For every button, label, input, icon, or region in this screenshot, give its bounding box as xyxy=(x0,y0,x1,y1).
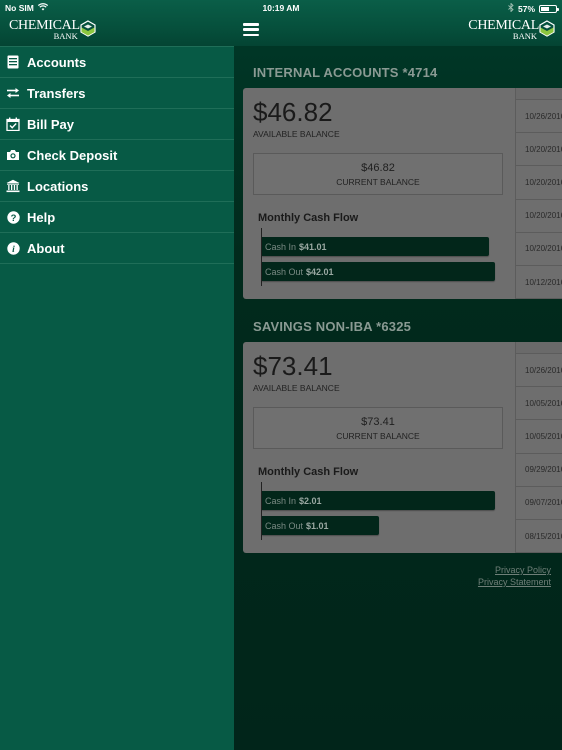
transaction-row[interactable]: 10/20/2016 xyxy=(516,166,562,200)
cash-out-value: $42.01 xyxy=(306,266,334,277)
camera-icon xyxy=(6,148,20,162)
available-balance-label: AVAILABLE BALANCE xyxy=(253,129,340,139)
privacy-statement-link[interactable]: Privacy Statement xyxy=(478,576,551,588)
current-balance-amount: $73.41 xyxy=(361,416,395,428)
transaction-row[interactable]: 10/12/2016 xyxy=(516,266,562,299)
cash-in-label: Cash In xyxy=(265,495,297,506)
chemical-bank-logo-left[interactable]: CHEMICAL BANK xyxy=(9,19,97,41)
sidebar-item-about[interactable]: i About xyxy=(0,233,234,264)
available-balance-label: AVAILABLE BALANCE xyxy=(253,383,340,393)
logo-wordmark: CHEMICAL BANK xyxy=(468,19,539,41)
sidebar-item-transfers[interactable]: Transfers xyxy=(0,78,234,109)
sidebar-item-label: Transfers xyxy=(27,85,86,101)
sidebar-item-label: Locations xyxy=(27,178,89,194)
hamburger-line xyxy=(243,28,259,31)
status-right: 57% xyxy=(508,2,559,14)
cash-in-value: $41.01 xyxy=(299,241,327,252)
transaction-row[interactable]: 10/05/2016 xyxy=(516,387,562,421)
account-title[interactable]: INTERNAL ACCOUNTS *4714 xyxy=(253,65,437,80)
transactions-header xyxy=(516,342,562,354)
logo-sub-text: BANK xyxy=(512,31,537,41)
bluetooth-icon xyxy=(508,2,514,14)
account-summary: $73.41 AVAILABLE BALANCE $73.41 CURRENT … xyxy=(243,342,515,553)
cash-out-label: Cash Out xyxy=(265,266,304,277)
transactions-list: 10/26/2016 10/20/2016 10/20/2016 10/20/2… xyxy=(515,88,562,299)
logo-hexagon-icon xyxy=(539,20,555,37)
svg-text:?: ? xyxy=(10,213,16,224)
transactions-list: 10/26/2016 10/05/2016 10/05/2016 09/29/2… xyxy=(515,342,562,553)
battery-percent: 57% xyxy=(517,3,535,14)
current-balance-label: CURRENT BALANCE xyxy=(336,177,420,187)
svg-text:i: i xyxy=(12,245,15,255)
cash-flow-title: Monthly Cash Flow xyxy=(258,466,359,478)
sidebar-item-accounts[interactable]: Accounts xyxy=(0,46,234,78)
cash-flow-title: Monthly Cash Flow xyxy=(258,212,359,224)
transaction-row[interactable]: 10/20/2016 xyxy=(516,233,562,266)
logo-sub-text: BANK xyxy=(53,31,78,41)
cash-in-bar: Cash In $41.01 xyxy=(262,237,490,256)
account-card[interactable]: $46.82 AVAILABLE BALANCE $46.82 CURRENT … xyxy=(243,88,562,299)
question-icon: ? xyxy=(6,210,20,224)
sidebar-item-help[interactable]: ? Help xyxy=(0,202,234,233)
transaction-row[interactable]: 10/20/2016 xyxy=(516,200,562,233)
account-title[interactable]: SAVINGS NON-IBA *6325 xyxy=(253,319,411,334)
transactions-header xyxy=(516,88,562,100)
hamburger-line xyxy=(243,23,259,26)
info-icon: i xyxy=(6,241,20,255)
transaction-row[interactable]: 09/07/2016 xyxy=(516,487,562,520)
accounts-panel: INTERNAL ACCOUNTS *4714 $46.82 AVAILABLE… xyxy=(234,46,562,750)
status-bar: No SIM 10:19 AM 57% xyxy=(0,0,562,15)
transaction-row[interactable]: 10/26/2016 xyxy=(516,354,562,388)
cash-in-value: $2.01 xyxy=(299,495,322,506)
current-balance-amount: $46.82 xyxy=(361,162,395,174)
sidebar-item-check-deposit[interactable]: Check Deposit xyxy=(0,140,234,171)
transaction-row[interactable]: 10/05/2016 xyxy=(516,420,562,454)
battery-fill xyxy=(541,6,549,11)
transfers-icon xyxy=(6,86,20,100)
calendar-check-icon xyxy=(6,117,20,131)
sidebar-item-label: Accounts xyxy=(27,54,87,70)
logo-wordmark: CHEMICAL BANK xyxy=(9,19,80,41)
clock: 10:19 AM xyxy=(262,3,300,13)
transaction-row[interactable]: 08/15/2016 xyxy=(516,520,562,553)
logo-hexagon-icon xyxy=(80,20,96,37)
sidebar-menu: Accounts Transfers Bill Pay Check Deposi… xyxy=(0,46,234,750)
accounts-icon xyxy=(6,55,20,69)
account-card[interactable]: $73.41 AVAILABLE BALANCE $73.41 CURRENT … xyxy=(243,342,562,553)
cash-in-label: Cash In xyxy=(265,241,297,252)
transaction-row[interactable]: 10/20/2016 xyxy=(516,133,562,167)
sidebar-item-label: Bill Pay xyxy=(27,116,74,132)
transaction-row[interactable]: 10/26/2016 xyxy=(516,100,562,134)
privacy-policy-link[interactable]: Privacy Policy xyxy=(478,564,551,576)
account-summary: $46.82 AVAILABLE BALANCE $46.82 CURRENT … xyxy=(243,88,515,299)
available-balance-amount: $73.41 xyxy=(253,351,333,381)
cash-out-label: Cash Out xyxy=(265,520,304,531)
battery-icon xyxy=(539,4,559,13)
sidebar-item-bill-pay[interactable]: Bill Pay xyxy=(0,109,234,140)
chemical-bank-logo-right[interactable]: CHEMICAL BANK xyxy=(468,19,556,41)
current-balance-label: CURRENT BALANCE xyxy=(336,431,420,441)
sidebar-item-locations[interactable]: Locations xyxy=(0,171,234,202)
transaction-row[interactable]: 09/29/2016 xyxy=(516,454,562,487)
sidebar-item-label: Check Deposit xyxy=(27,147,118,163)
current-balance-box: $46.82 CURRENT BALANCE xyxy=(253,153,503,195)
cash-in-bar: Cash In $2.01 xyxy=(262,491,495,510)
cash-out-bar: Cash Out $1.01 xyxy=(262,516,380,535)
cash-out-value: $1.01 xyxy=(306,520,329,531)
top-navigation-bar: No SIM 10:19 AM 57% CHEMICAL BANK CHEMIC… xyxy=(0,0,562,46)
available-balance-amount: $46.82 xyxy=(253,97,333,127)
current-balance-box: $73.41 CURRENT BALANCE xyxy=(253,407,503,449)
hamburger-line xyxy=(243,33,259,36)
hamburger-menu-button[interactable] xyxy=(243,23,259,36)
cash-out-bar: Cash Out $42.01 xyxy=(262,262,495,281)
sidebar-item-label: Help xyxy=(27,209,56,225)
footer-links: Privacy Policy Privacy Statement xyxy=(478,564,551,588)
sidebar-item-label: About xyxy=(27,240,65,256)
bank-building-icon xyxy=(6,179,20,193)
